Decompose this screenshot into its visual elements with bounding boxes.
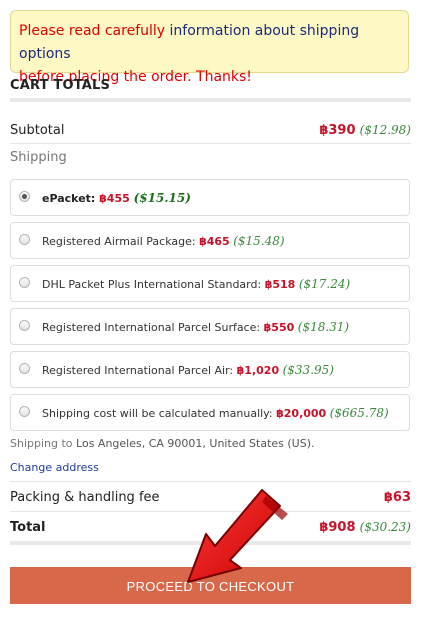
shipping-destination: Shipping to Los Angeles, CA 90001, Unite… [10, 437, 315, 450]
shipping-option-parcel-air[interactable]: Registered International Parcel Air: ฿1,… [10, 351, 410, 388]
shipping-notice: Please read carefully information about … [10, 10, 409, 85]
handling-fee-value: ฿63 [384, 490, 411, 505]
radio-icon[interactable] [19, 277, 30, 288]
option-price: ฿20,000 [276, 407, 327, 420]
option-price: ฿1,020 [236, 364, 280, 377]
total-usd: ($30.23) [359, 520, 411, 534]
option-price: ฿550 [263, 321, 295, 334]
shipping-option-parcel-surface[interactable]: Registered International Parcel Surface:… [10, 308, 410, 345]
divider [10, 143, 411, 144]
option-label: Registered International Parcel Surface: [42, 321, 261, 334]
subtotal-price: ฿390 [319, 123, 356, 138]
option-usd: ($17.24) [298, 277, 351, 291]
ship-to-address: Los Angeles, CA 90001, United States (US… [76, 437, 315, 450]
shipping-option-text: ePacket: ฿455 ($15.15) [42, 191, 191, 205]
shipping-option-text: Registered International Parcel Surface:… [42, 320, 349, 334]
option-usd: ($15.15) [133, 191, 191, 205]
shipping-option-manual[interactable]: Shipping cost will be calculated manuall… [10, 394, 410, 431]
total-price: ฿908 [319, 520, 356, 535]
subtotal-label: Subtotal [10, 123, 65, 138]
total-label: Total [10, 520, 46, 535]
option-price: ฿455 [99, 192, 130, 205]
cart-totals-title: CART TOTALS [10, 78, 111, 93]
subtotal-usd: ($12.98) [359, 123, 411, 137]
notice-text-red: Please read carefully [19, 23, 170, 39]
shipping-option-text: DHL Packet Plus International Standard: … [42, 277, 350, 291]
option-label: Registered Airmail Package: [42, 235, 196, 248]
handling-fee-price: ฿63 [383, 490, 411, 505]
option-label: ePacket: [42, 192, 96, 205]
option-price: ฿465 [199, 235, 230, 248]
option-label: Registered International Parcel Air: [42, 364, 234, 377]
radio-icon[interactable] [19, 320, 30, 331]
radio-icon[interactable] [19, 406, 30, 417]
shipping-option-airmail[interactable]: Registered Airmail Package: ฿465 ($15.48… [10, 222, 410, 259]
shipping-option-text: Registered Airmail Package: ฿465 ($15.48… [42, 234, 285, 248]
shipping-label: Shipping [10, 150, 67, 165]
shipping-option-dhl[interactable]: DHL Packet Plus International Standard: … [10, 265, 410, 302]
red-arrow-icon [187, 489, 288, 583]
shipping-option-epacket[interactable]: ePacket: ฿455 ($15.15) [10, 179, 410, 216]
option-usd: ($18.31) [297, 320, 350, 334]
ship-to-prefix: Shipping to [10, 437, 77, 450]
option-usd: ($15.48) [233, 234, 285, 248]
divider [10, 98, 411, 102]
option-usd: ($33.95) [282, 363, 334, 377]
option-price: ฿518 [264, 278, 296, 291]
radio-icon[interactable] [19, 234, 30, 245]
shipping-option-text: Registered International Parcel Air: ฿1,… [42, 363, 334, 377]
radio-selected-icon[interactable] [19, 191, 30, 202]
subtotal-value: ฿390 ($12.98) [319, 123, 411, 138]
handling-fee-label: Packing & handling fee [10, 490, 160, 505]
option-label: Shipping cost will be calculated manuall… [42, 407, 273, 420]
change-address-link[interactable]: Change address [10, 461, 99, 474]
option-usd: ($665.78) [329, 406, 389, 420]
radio-icon[interactable] [19, 363, 30, 374]
divider [10, 481, 411, 482]
option-label: DHL Packet Plus International Standard: [42, 278, 262, 291]
total-value: ฿908 ($30.23) [319, 520, 411, 535]
shipping-option-text: Shipping cost will be calculated manuall… [42, 406, 389, 420]
